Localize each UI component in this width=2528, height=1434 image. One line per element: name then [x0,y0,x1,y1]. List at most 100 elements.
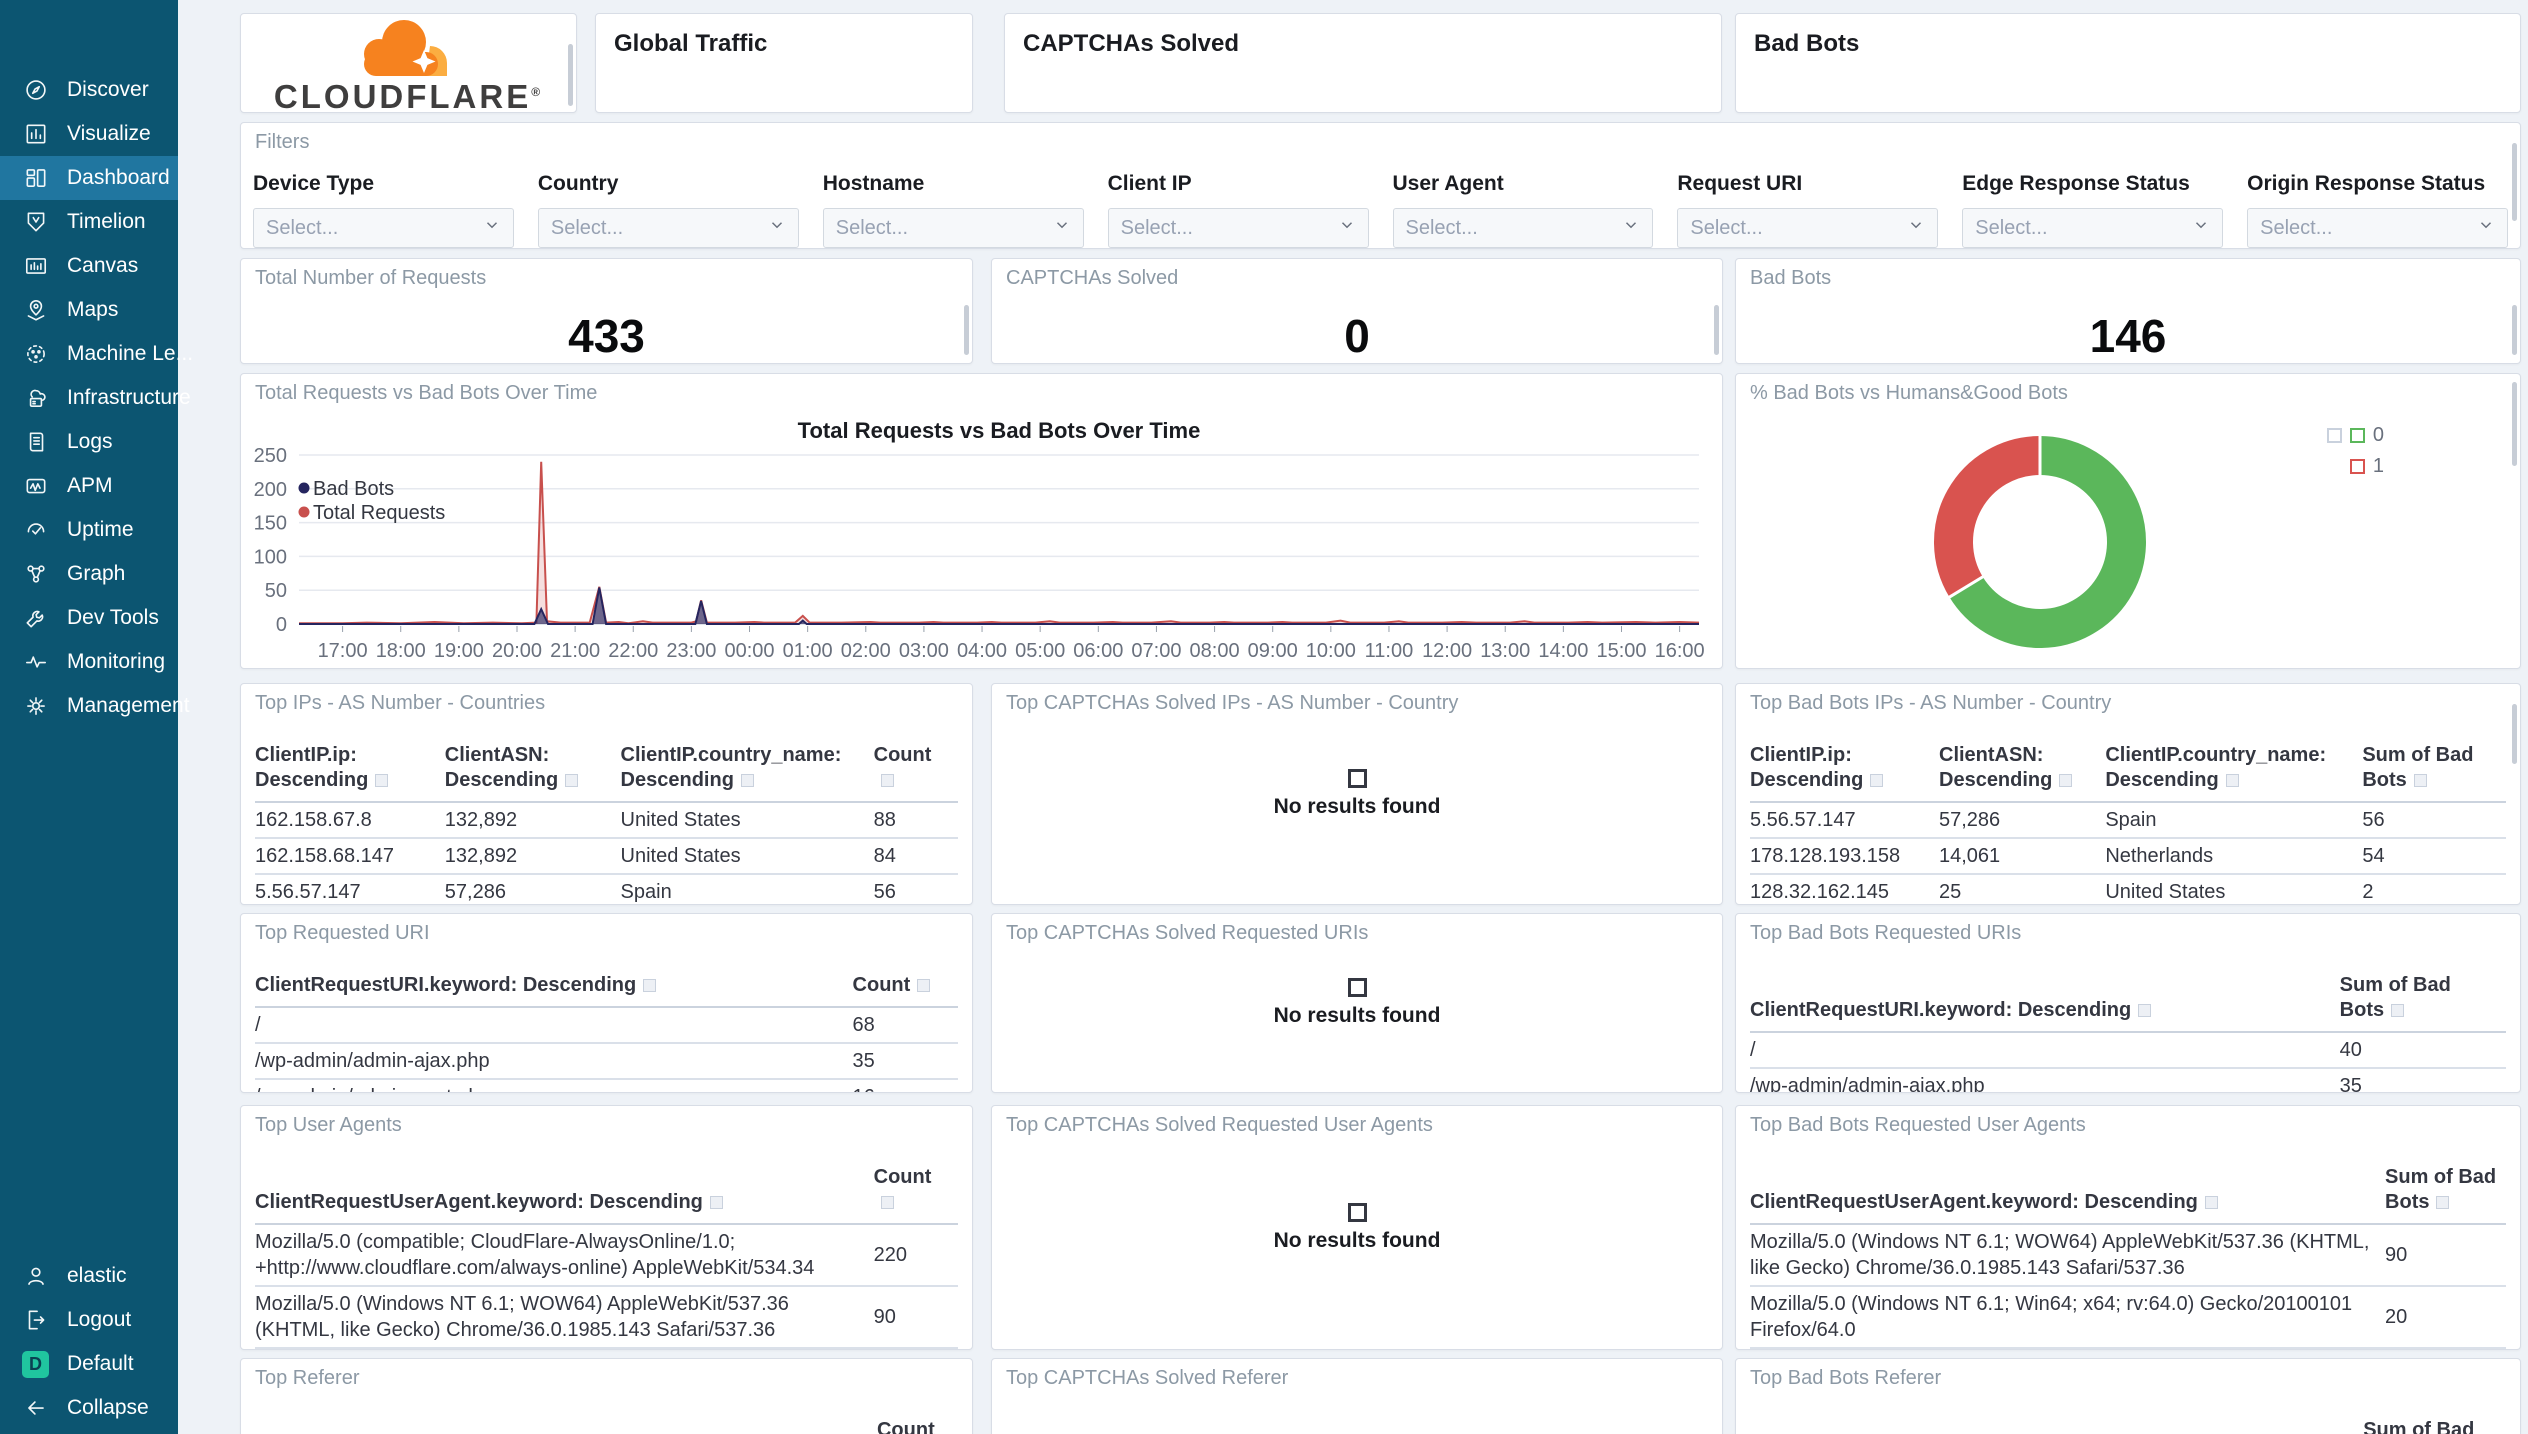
column-header-clientrequesturi-keyword-descending[interactable]: ClientRequestURI.keyword: Descending [255,967,853,1008]
column-header-clientip-ip-descending[interactable]: ClientIP.ip: Descending [1750,737,1939,803]
sidebar-item-machine-le[interactable]: Machine Le... [0,332,193,376]
column-header-count[interactable]: Count [873,1159,958,1225]
chart-legend-item-total-requests[interactable]: Total Requests [298,502,446,524]
donut-slice-1[interactable] [1934,436,2041,598]
table-cell: 57,286 [1939,802,2106,839]
table-cell: United States [620,838,874,875]
sidebar-item-elastic[interactable]: elastic [0,1254,178,1298]
sort-icon[interactable] [2225,774,2239,787]
sidebar-item-visualize[interactable]: Visualize [0,112,178,156]
sidebar-item-canvas[interactable]: Canvas [0,244,178,288]
sidebar: Discover Visualize Dashboard Timelion Canvas… [0,0,193,1434]
sort-icon[interactable] [880,1196,894,1209]
filter-origin-response-status-select[interactable]: Select... [2247,208,2508,248]
column-header-clientrequesturi-keyword-descending[interactable]: ClientRequestURI.keyword: Descending [1750,967,2340,1033]
sort-icon[interactable] [1870,774,1884,787]
sidebar-item-graph[interactable]: Graph [0,552,178,596]
sort-icon[interactable] [375,774,389,787]
filter-client-ip-select[interactable]: Select... [1107,208,1369,248]
column-header-clientip-ip-descending[interactable]: ClientIP.ip: Descending [255,737,445,803]
sidebar-item-discover[interactable]: Discover [0,68,178,112]
total-requests-value: 433 [568,310,645,362]
sidebar-item-dashboard[interactable]: Dashboard [0,156,178,200]
sort-icon[interactable] [2204,1196,2218,1209]
chart-legend-item-bad-bots[interactable]: Bad Bots [298,478,395,500]
panel-scrollbar[interactable] [2512,704,2517,764]
sort-icon[interactable] [2138,1004,2152,1017]
column-header-count[interactable]: Count [873,737,958,803]
sort-icon[interactable] [2436,1196,2450,1209]
sidebar-item-dev-tools[interactable]: Dev Tools [0,596,178,640]
sort-icon[interactable] [880,774,894,787]
panel-scrollbar[interactable] [2512,143,2517,221]
table-row: 5.56.57.147 57,286 Spain 56 [1750,802,2506,839]
badbot-uris-panel: Top Bad Bots Requested URIs ClientReques… [1735,913,2521,1093]
column-header-sum-of-bad-bots[interactable]: Sum of Bad Bots [2385,1159,2506,1225]
badbots-donut-chart[interactable] [1736,374,2520,668]
column-header-clientasn-descending[interactable]: ClientASN: Descending [1939,737,2106,803]
table-panel-title: Top CAPTCHAs Solved Referer [1006,1367,1289,1389]
sort-icon[interactable] [709,1196,723,1209]
column-header-count[interactable]: Count [852,967,958,1008]
sort-icon[interactable] [2391,1004,2405,1017]
column-header-clientrequestuseragent-keyword-descending[interactable]: ClientRequestUserAgent.keyword: Descendi… [255,1159,874,1225]
sidebar-item-apm[interactable]: APM [0,464,178,508]
panel-scrollbar[interactable] [964,305,969,355]
column-header-clientasn-descending[interactable]: ClientASN: Descending [444,737,621,803]
select-placeholder: Select... [835,216,909,239]
map-pin-icon [22,297,49,324]
sort-icon[interactable] [643,979,657,992]
sort-icon[interactable] [917,979,931,992]
no-results-text: No results found [1273,1228,1441,1252]
legend-item-1[interactable]: 1 [2327,451,2384,482]
column-header-clientip-country-name-descending[interactable]: ClientIP.country_name: Descending [620,737,874,803]
column-header-label: ClientRequestUserAgent.keyword: Descendi… [1750,1191,2198,1213]
filter-device-type-select[interactable]: Select... [253,208,514,248]
panel-scrollbar[interactable] [2512,305,2517,355]
global-traffic-title: Global Traffic [614,30,768,57]
filter-request-uri-select[interactable]: Select... [1677,208,1939,248]
requests-vs-badbots-chart[interactable]: 0 50 100 150 200 250 17:00 18:00 19:00 20:00 21:00… [241,374,1722,668]
filter-hostname-select[interactable]: Select... [822,208,1084,248]
sidebar-item-maps[interactable]: Maps [0,288,178,332]
column-header-sum-of-bad-bots[interactable]: Sum of Bad Bots [2339,967,2506,1033]
sidebar-item-monitoring[interactable]: Monitoring [0,640,178,684]
column-header-label: Count [852,974,911,996]
column-header-clientrequestuseragent-keyword-descending[interactable]: ClientRequestUserAgent.keyword: Descendi… [1750,1159,2386,1225]
sort-icon[interactable] [2413,774,2427,787]
sidebar-item-logout[interactable]: Logout [0,1298,178,1342]
sort-icon[interactable] [2059,774,2073,787]
filter-label: Country [537,172,619,195]
sidebar-item-collapse[interactable]: Collapse [0,1386,178,1430]
column-header-sum-of-bad-bots[interactable]: Sum of Bad Bots [2362,737,2506,803]
table-row: 162.158.67.8 132,892 United States 88 [255,802,958,839]
panel-scrollbar[interactable] [568,44,573,106]
sidebar-item-management[interactable]: Management [0,684,190,728]
svg-text:18:00: 18:00 [376,640,426,662]
legend-item-0[interactable]: 0 [2326,420,2384,451]
panel-scrollbar[interactable] [2512,382,2517,466]
column-header-clientip-country-name-descending[interactable]: ClientIP.country_name: Descending [2105,737,2363,803]
table-cell: /wp-admin/admin-post.php [255,1079,853,1092]
sum-column-header[interactable]: Sum of Bad [2363,1419,2474,1434]
filter-edge-response-status-select[interactable]: Select... [1962,208,2224,248]
chevron-down-icon [2477,216,2495,240]
select-placeholder: Select... [1405,216,1478,239]
table-cell: 220 [873,1224,958,1287]
sort-icon[interactable] [740,774,754,787]
sidebar-item-logs[interactable]: Logs [0,420,178,464]
svg-text:12:00: 12:00 [1422,640,1472,662]
sidebar-item-label: Management [67,694,190,717]
charts-row: Total Requests vs Bad Bots Over Time 0 50… [240,373,2521,669]
svg-text:50: 50 [265,580,287,602]
sidebar-item-infrastructure[interactable]: Infrastructure [0,376,191,420]
filter-country-select[interactable]: Select... [537,208,799,248]
sidebar-item-uptime[interactable]: Uptime [0,508,178,552]
filter-user-agent-select[interactable]: Select... [1392,208,1654,248]
sidebar-item-timelion[interactable]: Timelion [0,200,178,244]
sort-icon[interactable] [565,774,579,787]
count-column-header[interactable]: Count [877,1419,935,1434]
panel-scrollbar[interactable] [1714,305,1719,355]
sidebar-item-default[interactable]: D Default [0,1342,178,1386]
filters-row: Filters Device Type Select... Country Selec… [240,122,2521,249]
